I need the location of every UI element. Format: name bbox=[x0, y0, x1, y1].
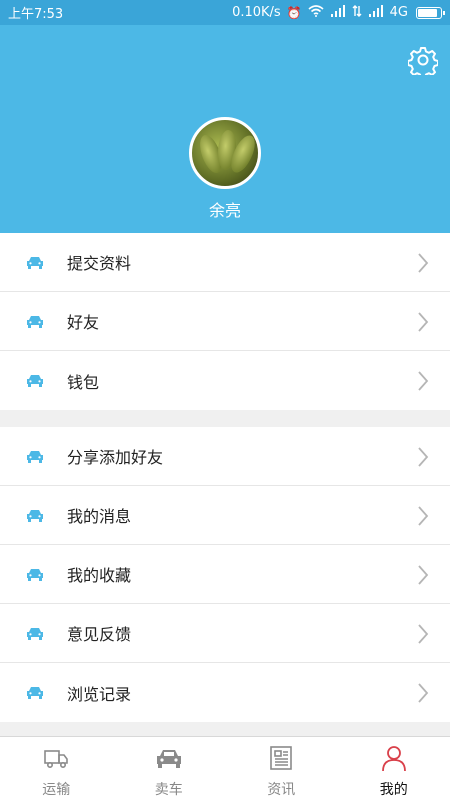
menu-item-label: 意见反馈 bbox=[67, 625, 132, 644]
avatar[interactable] bbox=[189, 117, 261, 189]
tab-label: 资讯 bbox=[267, 782, 296, 798]
menu-item-label: 我的收藏 bbox=[67, 566, 132, 585]
menu-item-label: 好友 bbox=[67, 313, 100, 332]
tab-transport[interactable]: 运输 bbox=[0, 737, 113, 800]
car-icon bbox=[156, 750, 181, 768]
chevron-right-icon bbox=[418, 371, 429, 391]
alarm-icon: ⏰ bbox=[286, 5, 302, 20]
car-icon bbox=[27, 257, 43, 269]
menu-item-favorites[interactable]: 我的收藏 bbox=[0, 545, 450, 604]
chevron-right-icon bbox=[418, 447, 429, 467]
menu-group-2: 分享添加好友 我的消息 我的收藏 意见反馈 浏览记录 bbox=[0, 427, 450, 722]
car-icon bbox=[27, 569, 43, 581]
status-time: 上午7:53 bbox=[8, 7, 64, 22]
tab-label: 我的 bbox=[379, 782, 408, 798]
menu-group-1: 提交资料 好友 钱包 bbox=[0, 233, 450, 410]
chevron-right-icon bbox=[418, 683, 429, 703]
car-icon bbox=[27, 687, 43, 699]
menu-item-label: 提交资料 bbox=[67, 254, 132, 273]
truck-icon bbox=[44, 750, 69, 768]
status-bar: 上午7:53 0.10K/s ⏰ 4G bbox=[0, 0, 450, 25]
chevron-right-icon bbox=[418, 312, 429, 332]
tab-label: 运输 bbox=[42, 782, 71, 798]
battery-fill bbox=[418, 8, 437, 17]
menu-item-wallet[interactable]: 钱包 bbox=[0, 351, 450, 410]
network-type: 4G bbox=[389, 5, 408, 20]
car-icon bbox=[27, 316, 43, 328]
menu-item-label: 浏览记录 bbox=[67, 684, 132, 704]
settings-button[interactable] bbox=[407, 45, 439, 79]
signal-icon-2 bbox=[368, 5, 384, 20]
data-transfer-icon bbox=[352, 5, 362, 20]
tab-sell-car[interactable]: 卖车 bbox=[113, 737, 226, 800]
net-speed: 0.10K/s bbox=[232, 5, 281, 20]
status-indicators: 0.10K/s ⏰ 4G bbox=[232, 5, 445, 20]
signal-icon bbox=[330, 5, 346, 20]
tab-news[interactable]: 资讯 bbox=[225, 737, 338, 800]
car-icon bbox=[27, 375, 43, 387]
battery-icon bbox=[416, 6, 445, 19]
gear-icon bbox=[407, 47, 439, 79]
car-icon bbox=[27, 628, 43, 640]
bottom-tab-bar: 运输 卖车 资讯 我的 bbox=[0, 736, 450, 800]
tab-mine[interactable]: 我的 bbox=[338, 737, 450, 800]
menu-item-label: 分享添加好友 bbox=[67, 448, 164, 467]
menu-item-friends[interactable]: 好友 bbox=[0, 292, 450, 351]
chevron-right-icon bbox=[418, 253, 429, 273]
person-icon bbox=[381, 746, 406, 772]
menu-item-history[interactable]: 浏览记录 bbox=[0, 663, 450, 722]
menu-item-share-add-friend[interactable]: 分享添加好友 bbox=[0, 427, 450, 486]
chevron-right-icon bbox=[418, 506, 429, 526]
car-icon bbox=[27, 510, 43, 522]
menu-item-label: 钱包 bbox=[67, 372, 100, 392]
menu-item-messages[interactable]: 我的消息 bbox=[0, 486, 450, 545]
news-icon bbox=[270, 746, 293, 770]
username: 余亮 bbox=[208, 201, 241, 220]
menu-item-feedback[interactable]: 意见反馈 bbox=[0, 604, 450, 663]
chevron-right-icon bbox=[418, 624, 429, 644]
menu-item-label: 我的消息 bbox=[67, 507, 132, 526]
chevron-right-icon bbox=[418, 565, 429, 585]
car-icon bbox=[27, 451, 43, 463]
wifi-icon bbox=[308, 5, 324, 20]
profile-header: 余亮 bbox=[0, 25, 450, 233]
menu-item-submit-info[interactable]: 提交资料 bbox=[0, 233, 450, 292]
tab-label: 卖车 bbox=[154, 782, 183, 798]
